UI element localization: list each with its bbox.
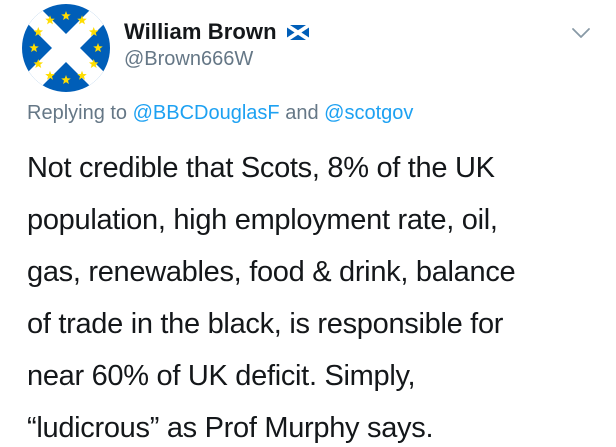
saltire-eu-stars-icon xyxy=(22,4,110,92)
avatar[interactable] xyxy=(22,4,110,92)
author-handle[interactable]: @Brown666W xyxy=(124,48,253,71)
display-name[interactable]: William Brown xyxy=(124,19,277,45)
mention-link-bbcdouglasf[interactable]: @BBCDouglasF xyxy=(133,102,280,124)
tweet-body-text: Not credible that Scots, 8% of the UK po… xyxy=(27,152,516,444)
mention-link-scotgov[interactable]: @scotgov xyxy=(324,102,413,124)
replying-to-line: Replying to @BBCDouglasF and @scotgov xyxy=(27,102,413,125)
chevron-down-icon[interactable] xyxy=(570,22,592,44)
tweet-card: William Brown @Brown666W Replying to @BB… xyxy=(0,0,616,447)
replying-joiner: and xyxy=(285,102,319,124)
author-name-row[interactable]: William Brown xyxy=(124,18,309,46)
replying-prefix: Replying to xyxy=(27,102,128,124)
scotland-flag-icon xyxy=(286,24,309,40)
